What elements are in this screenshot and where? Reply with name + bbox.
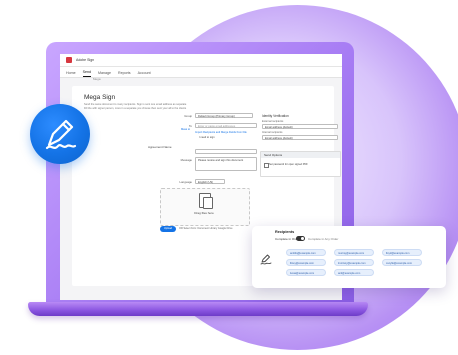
adobe-logo-icon <box>66 57 72 63</box>
complete-any-order-label: Complete in Any Order <box>308 237 339 241</box>
recipients-card <box>252 226 446 288</box>
window-title: Adobe Sign <box>76 58 95 62</box>
password-option-label: Set password for open signed PDF <box>269 163 308 166</box>
recipient-chip[interactable]: cucylle@example.com <box>382 259 422 266</box>
send-options-title: Send Options <box>261 152 340 158</box>
recipient-chip[interactable]: lmoriscy@example.com <box>334 259 374 266</box>
tab-reports[interactable]: Reports <box>118 71 131 77</box>
recipient-chip[interactable]: murray@example.com <box>334 249 374 256</box>
internal-recipients-label: Internal recipients <box>262 131 283 134</box>
group-select[interactable]: Default Group (Primary Group) <box>195 113 253 118</box>
recipient-chip[interactable]: lliney@example.com <box>286 259 326 266</box>
mass-to-link[interactable]: Mass to <box>181 128 190 131</box>
send-subtab[interactable]: Mega <box>93 77 101 81</box>
window-titlebar: Adobe Sign <box>60 54 342 67</box>
recipients-title: Recipients <box>275 230 295 234</box>
description-line-1: Send the same document to many recipient… <box>84 103 187 106</box>
agreement-name-input[interactable] <box>195 149 257 154</box>
need-to-sign-option[interactable]: I need to sign <box>199 136 215 139</box>
agreement-name-label: Agreement Name <box>148 145 172 149</box>
recipient-chip[interactable]: ambliq@example.com <box>286 249 326 256</box>
drop-hint: Drag files here <box>194 211 214 215</box>
recipient-chip[interactable]: lloyd@example.com <box>382 249 422 256</box>
page-title: Mega Sign <box>84 94 116 101</box>
identity-verification-title: Identity Verification <box>262 114 289 118</box>
top-nav: Home Send Manage Reports Account <box>60 67 342 78</box>
external-recipients-label: External recipients <box>262 120 284 123</box>
group-label: Group <box>184 114 192 118</box>
tab-send[interactable]: Send <box>82 70 91 77</box>
order-toggle[interactable] <box>296 236 305 241</box>
description-line-2: Fill the with signer person, more in a s… <box>84 107 187 110</box>
language-label: Language <box>179 180 192 184</box>
upload-button[interactable]: Upload <box>160 226 176 232</box>
message-textarea[interactable]: Please review and sign this document <box>195 157 257 171</box>
internal-recipients-select[interactable]: Email address (default) <box>262 135 338 140</box>
tab-account[interactable]: Account <box>138 71 151 77</box>
signature-pen-icon <box>260 254 272 265</box>
tab-home[interactable]: Home <box>66 71 76 77</box>
to-input[interactable]: Enter or paste email addresses <box>195 123 257 128</box>
message-label: Message <box>180 158 192 162</box>
external-recipients-select[interactable]: Email address (default) <box>262 124 338 129</box>
signature-badge <box>30 104 90 164</box>
recipient-chip[interactable]: lucas@example.com <box>286 269 326 276</box>
signature-pen-icon <box>45 119 77 150</box>
import-recipients-link[interactable]: Import Recipients and Merge Fields from … <box>195 131 247 134</box>
document-icon <box>199 193 213 209</box>
upload-sources[interactable]: OR Select from: Document Library Google … <box>179 227 233 230</box>
language-select[interactable]: English (US) <box>195 179 225 184</box>
recipient-chip[interactable]: anti@example.com <box>334 269 374 276</box>
laptop-base <box>28 302 368 316</box>
